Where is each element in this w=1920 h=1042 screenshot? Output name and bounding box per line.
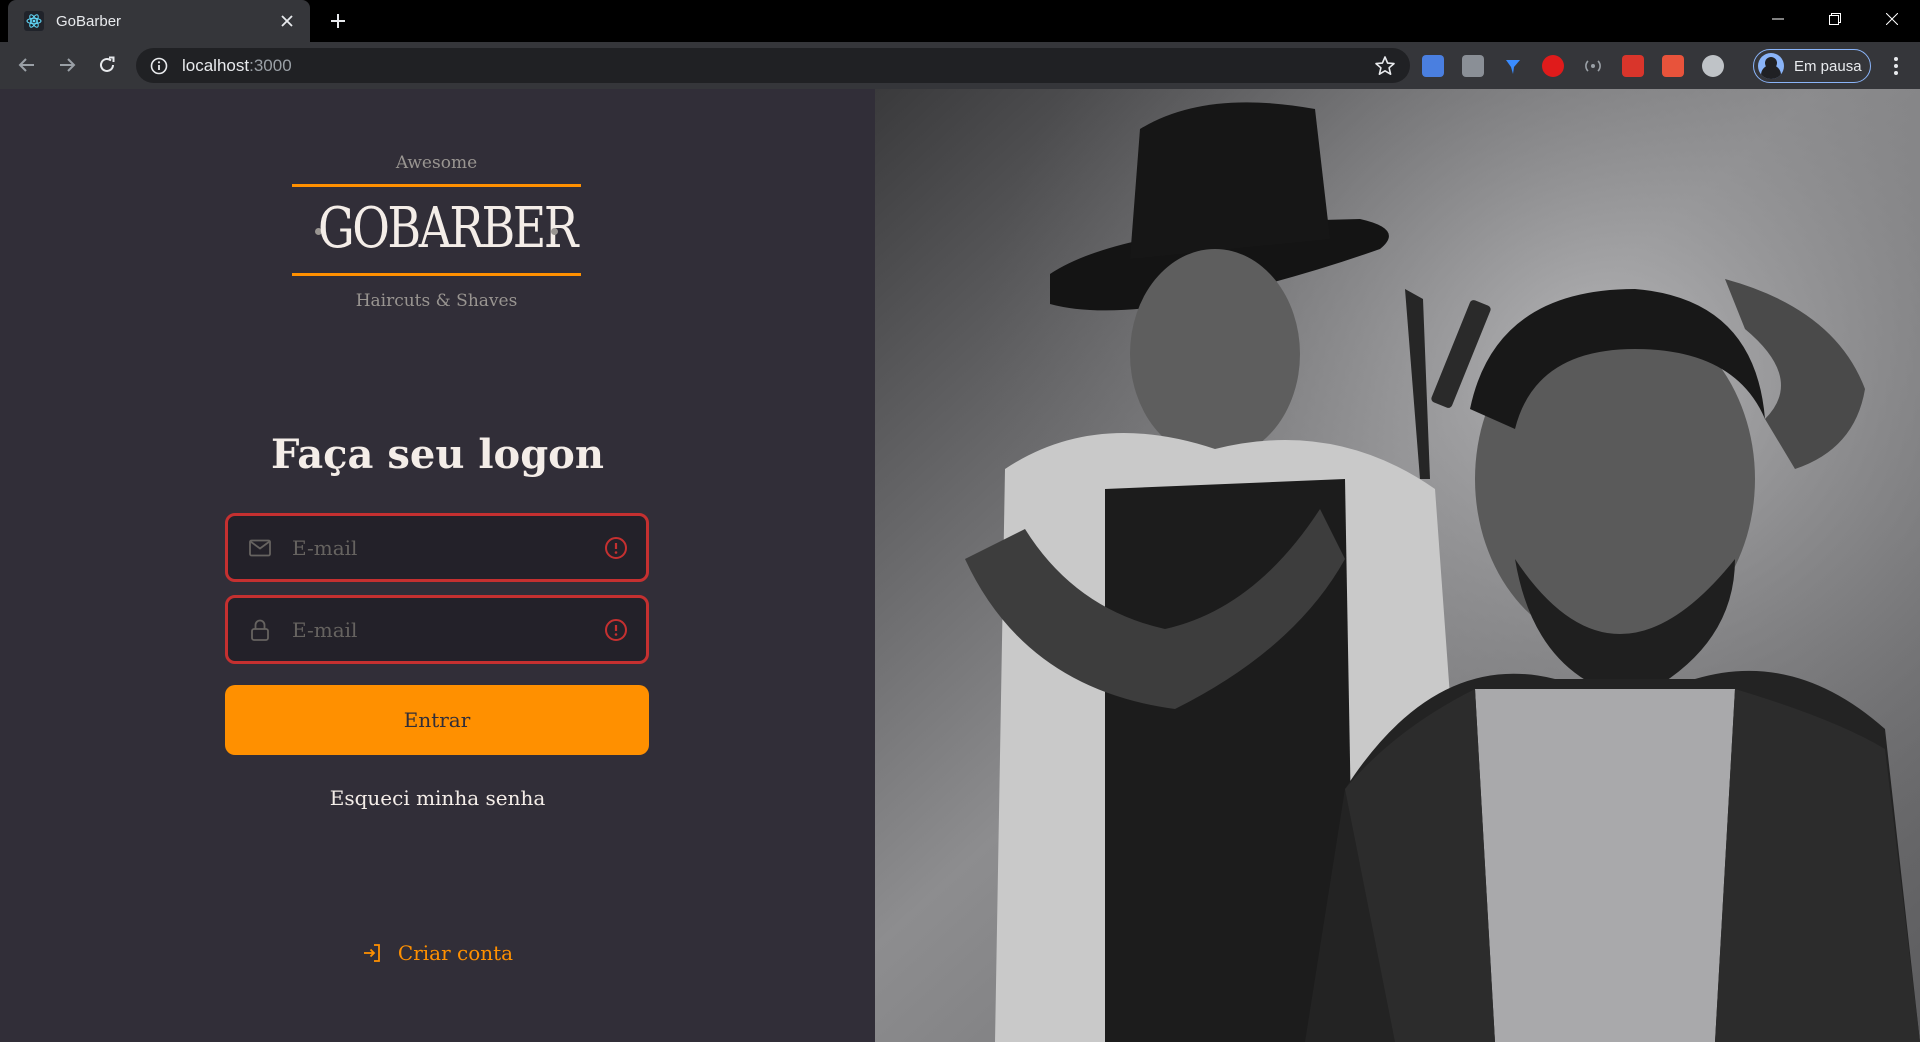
- window-controls: [1749, 0, 1920, 42]
- minimize-icon[interactable]: [1749, 0, 1806, 38]
- copy-extension-icon[interactable]: [1462, 55, 1484, 77]
- forward-icon[interactable]: [55, 53, 79, 77]
- reload-icon[interactable]: [95, 53, 119, 77]
- log-in-icon: [363, 944, 380, 962]
- restore-icon[interactable]: [1806, 0, 1863, 38]
- login-panel: Awesome GOBARBER Haircuts & Shaves Faça …: [0, 89, 875, 1042]
- barber-photo: [875, 89, 1920, 1042]
- submit-button[interactable]: Entrar: [225, 685, 649, 755]
- profile-label: Em pausa: [1794, 57, 1862, 75]
- email-error-icon[interactable]: [604, 536, 628, 560]
- info-icon[interactable]: [150, 57, 168, 75]
- logo-right-dot: [551, 228, 558, 235]
- tab-title: GoBarber: [56, 12, 122, 30]
- url-host: localhost: [182, 55, 250, 75]
- avatar-icon: [1758, 53, 1784, 79]
- mail-icon: [249, 539, 271, 556]
- logo-top-divider: [292, 184, 581, 187]
- logo-bottom-divider: [292, 273, 581, 276]
- adblock-extension-icon[interactable]: [1542, 55, 1564, 77]
- profile-button[interactable]: Em pausa: [1753, 49, 1871, 83]
- browser-tab[interactable]: GoBarber: [8, 0, 310, 42]
- moon-extension-icon[interactable]: [1702, 55, 1724, 77]
- gobarber-logo: Awesome GOBARBER Haircuts & Shaves: [292, 153, 581, 333]
- tools-extension-icon[interactable]: [1662, 55, 1684, 77]
- bookmark-star-icon[interactable]: [1374, 55, 1396, 77]
- logo-bottom-text: Haircuts & Shaves: [355, 291, 518, 311]
- react-favicon-icon: [24, 11, 44, 31]
- translate-extension-icon[interactable]: [1422, 55, 1444, 77]
- page-title: Faça seu logon: [271, 431, 604, 478]
- password-placeholder: E-mail: [292, 617, 358, 642]
- close-window-icon[interactable]: [1863, 0, 1920, 38]
- hero-image-panel: [875, 89, 1920, 1042]
- tab-close-icon[interactable]: [276, 10, 298, 32]
- broadcast-extension-icon[interactable]: [1582, 55, 1604, 77]
- create-account-link[interactable]: Criar conta: [0, 941, 875, 965]
- back-icon[interactable]: [15, 53, 39, 77]
- url-port: :3000: [249, 55, 292, 75]
- forgot-password-link[interactable]: Esqueci minha senha: [0, 786, 875, 810]
- browser-tabstrip: GoBarber: [0, 0, 1920, 42]
- logo-name: GOBARBER: [318, 196, 578, 261]
- address-bar[interactable]: localhost:3000: [136, 48, 1410, 83]
- game-extension-icon[interactable]: [1622, 55, 1644, 77]
- page: Awesome GOBARBER Haircuts & Shaves Faça …: [0, 89, 1920, 1042]
- password-field[interactable]: E-mail: [225, 595, 649, 664]
- new-tab-icon[interactable]: [326, 9, 350, 33]
- browser-menu-icon[interactable]: [1884, 54, 1908, 78]
- browser-toolbar: localhost:3000 Em pausa: [0, 42, 1920, 89]
- password-error-icon[interactable]: [604, 618, 628, 642]
- logo-top-text: Awesome: [395, 153, 478, 173]
- lock-icon: [251, 619, 269, 641]
- create-account-label: Criar conta: [397, 941, 514, 965]
- pin-extension-icon[interactable]: [1502, 55, 1524, 77]
- email-placeholder: E-mail: [292, 535, 358, 560]
- email-field[interactable]: E-mail: [225, 513, 649, 582]
